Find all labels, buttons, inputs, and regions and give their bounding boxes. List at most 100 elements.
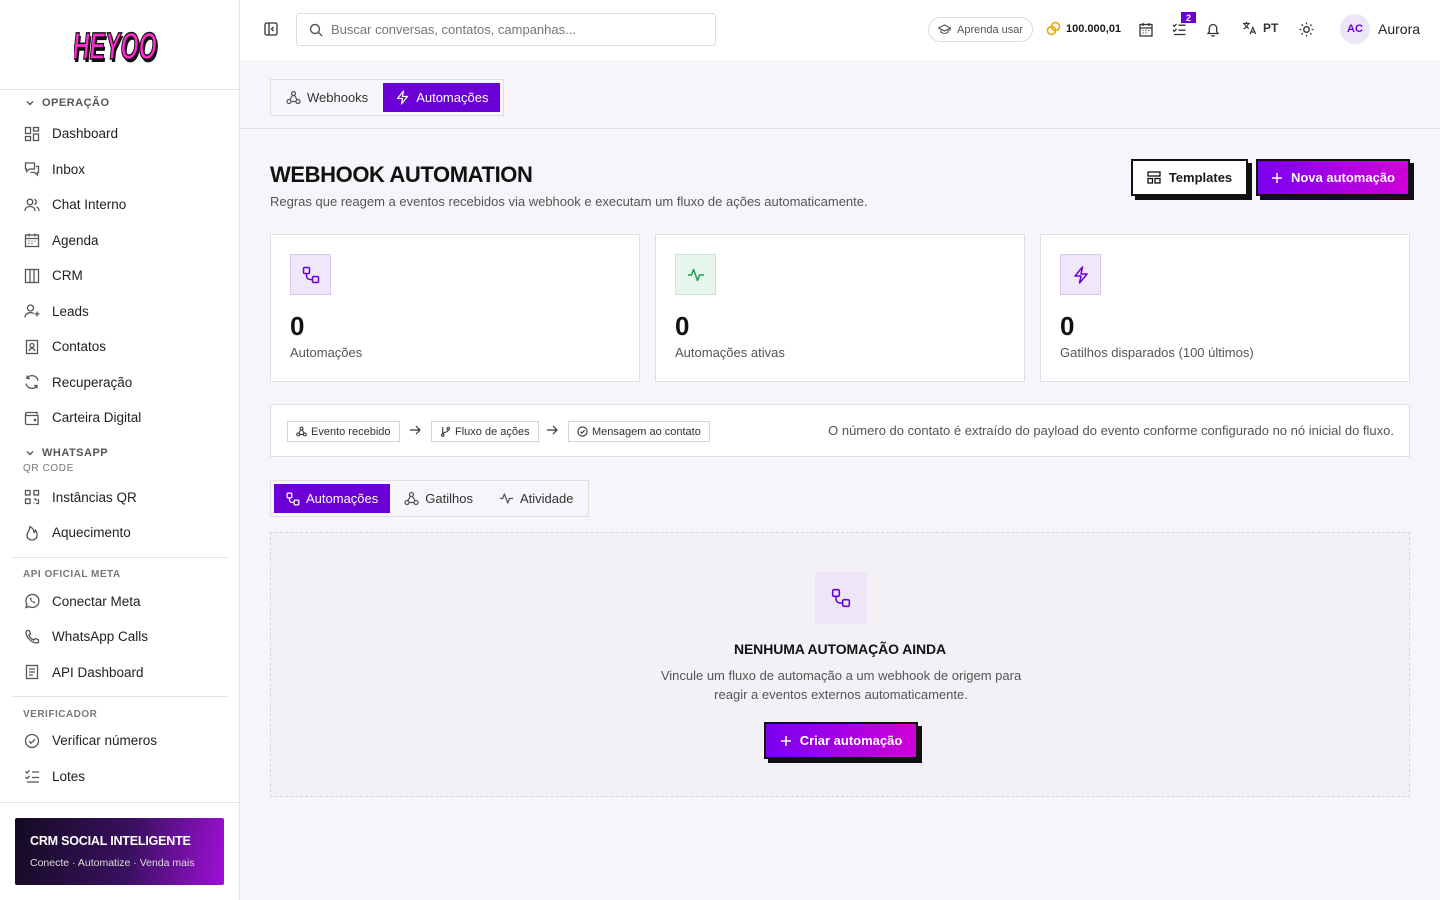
flow-step-event: Evento recebido <box>287 421 400 442</box>
arrow-right-icon <box>410 425 421 435</box>
kanban-icon <box>24 268 40 283</box>
sidebar-item-conectar-meta[interactable]: Conectar Meta <box>0 584 240 620</box>
avatar: AC <box>1340 14 1370 44</box>
stat-card-automacoes: 0 Automações <box>270 234 640 382</box>
search-input[interactable] <box>331 22 691 37</box>
divider <box>0 802 240 803</box>
search-box[interactable] <box>296 13 716 46</box>
divider <box>240 128 1440 129</box>
sidebar-item-crm[interactable]: CRM <box>0 258 240 294</box>
arrow-right-icon <box>547 425 558 435</box>
workflow-icon <box>290 254 331 295</box>
flow-note: O número do contato é extraído do payloa… <box>828 423 1394 438</box>
user-menu[interactable]: AC Aurora <box>1340 14 1420 44</box>
check-circle-icon <box>24 733 40 748</box>
top-tabs: Webhooks Automações <box>270 79 505 116</box>
new-automation-button[interactable]: Nova automação <box>1256 159 1410 196</box>
dashboard-icon <box>24 126 40 141</box>
stat-value: 0 <box>675 311 690 341</box>
user-plus-icon <box>24 304 40 318</box>
learn-button[interactable]: Aprenda usar <box>928 17 1034 42</box>
tasks-icon[interactable] <box>1172 22 1186 36</box>
promo-subtitle: Conecte · Automatize · Venda mais <box>30 857 195 869</box>
wallet-icon <box>24 411 39 425</box>
calendar-icon[interactable] <box>1139 22 1153 37</box>
bell-icon[interactable] <box>1206 22 1220 37</box>
flow-explainer: Evento recebido Fluxo de ações Mensagem … <box>270 404 1410 457</box>
sidebar-item-verificar-numeros[interactable]: Verificar números <box>0 723 240 759</box>
chevron-down-icon <box>26 101 34 106</box>
sidebar-collapse-icon[interactable] <box>264 22 278 36</box>
subsection-qr-code: QR CODE <box>23 463 74 474</box>
search-icon <box>309 23 323 36</box>
bolt-icon <box>397 90 409 105</box>
workflow-icon <box>815 572 867 624</box>
sidebar-item-agenda[interactable]: Agenda <box>0 223 240 259</box>
promo-banner[interactable]: CRM SOCIAL INTELIGENTE Conecte · Automat… <box>15 818 224 885</box>
graduation-cap-icon <box>938 24 951 35</box>
sidebar-item-contatos[interactable]: Contatos <box>0 329 240 365</box>
document-list-icon <box>25 665 39 680</box>
users-icon <box>24 198 40 211</box>
chat-bubbles-icon <box>24 162 40 177</box>
sidebar-item-instancias-qr[interactable]: Instâncias QR <box>0 480 240 516</box>
sidebar-item-lotes[interactable]: Lotes <box>0 759 240 795</box>
sidebar-item-aquecimento[interactable]: Aquecimento <box>0 515 240 551</box>
section-whatsapp[interactable]: WHATSAPP <box>0 444 240 462</box>
template-icon <box>1147 171 1161 184</box>
stat-card-automacoes-ativas: 0 Automações ativas <box>655 234 1025 382</box>
sidebar-item-recuperacao[interactable]: Recuperação <box>0 365 240 401</box>
sidebar-item-chat-interno[interactable]: Chat Interno <box>0 187 240 223</box>
stat-value: 0 <box>1060 311 1075 341</box>
sub-tabs: Automações Gatilhos Atividade <box>270 480 590 517</box>
divider <box>12 696 228 697</box>
webhook-icon <box>286 90 301 105</box>
phone-icon <box>25 629 40 644</box>
stat-value: 0 <box>290 311 305 341</box>
sun-icon[interactable] <box>1299 22 1314 37</box>
stat-label: Gatilhos disparados (100 últimos) <box>1060 345 1254 360</box>
sidebar-item-inbox[interactable]: Inbox <box>0 152 240 188</box>
tab-webhooks[interactable]: Webhooks <box>274 83 380 112</box>
bolt-icon <box>1060 254 1101 295</box>
plus-icon <box>780 735 791 746</box>
section-api-oficial-meta: API OFICIAL META <box>23 569 121 580</box>
flow-step-actions: Fluxo de ações <box>431 421 539 442</box>
tab-automacoes-list[interactable]: Automações <box>274 484 391 513</box>
sidebar-item-leads[interactable]: Leads <box>0 294 240 330</box>
empty-title: NENHUMA AUTOMAÇÃO AINDA <box>733 641 947 657</box>
refresh-icon <box>25 375 39 390</box>
stat-label: Automações ativas <box>675 345 785 360</box>
coins-icon <box>1046 21 1061 36</box>
templates-button[interactable]: Templates <box>1131 159 1248 196</box>
tab-atividade[interactable]: Atividade <box>487 484 585 513</box>
create-automation-button[interactable]: Criar automação <box>764 722 918 759</box>
translate-icon <box>1243 22 1257 35</box>
checklist-icon <box>25 770 39 783</box>
flame-icon <box>26 525 38 541</box>
language-selector[interactable]: PT <box>1242 21 1278 35</box>
tab-automacoes[interactable]: Automações <box>383 83 501 112</box>
empty-state: NENHUMA AUTOMAÇÃO AINDA Vincule um fluxo… <box>270 532 1410 797</box>
tasks-badge: 2 <box>1181 12 1196 23</box>
qr-code-icon <box>24 490 40 505</box>
coin-balance[interactable]: 100.000,01 <box>1046 21 1121 36</box>
page-description: Regras que reagem a eventos recebidos vi… <box>270 194 868 209</box>
sidebar-item-whatsapp-calls[interactable]: WhatsApp Calls <box>0 619 240 655</box>
user-name: Aurora <box>1378 21 1421 37</box>
chevron-down-icon <box>26 450 34 455</box>
sidebar-item-api-dashboard[interactable]: API Dashboard <box>0 655 240 691</box>
sidebar-item-dashboard[interactable]: Dashboard <box>0 116 240 152</box>
sidebar: HEYOO HEYOO OPERAÇÃO Dashboard Inbox Cha… <box>0 0 240 900</box>
sidebar-item-carteira-digital[interactable]: Carteira Digital <box>0 400 240 436</box>
check-circle-icon <box>577 426 588 437</box>
activity-icon <box>499 493 514 504</box>
stat-card-gatilhos: 0 Gatilhos disparados (100 últimos) <box>1040 234 1410 382</box>
tab-gatilhos[interactable]: Gatilhos <box>392 484 485 513</box>
section-operacao[interactable]: OPERAÇÃO <box>0 94 240 112</box>
activity-icon <box>675 254 716 295</box>
flow-step-message: Mensagem ao contato <box>568 421 710 442</box>
whatsapp-icon <box>25 594 40 609</box>
promo-title: CRM SOCIAL INTELIGENTE <box>30 834 191 848</box>
workflow-icon <box>286 492 300 505</box>
